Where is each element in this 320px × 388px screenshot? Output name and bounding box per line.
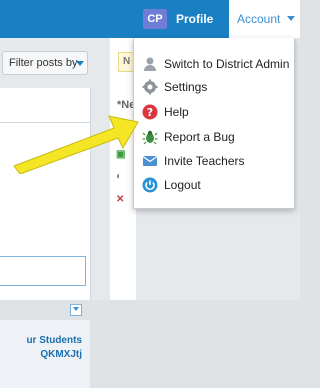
profile-link[interactable]: Profile [176,11,213,27]
account-dropdown-menu: Switch to District Admin Settings ? Help… [133,38,295,209]
menu-item-logout[interactable]: Logout [134,175,294,197]
menu-item-report-bug[interactable]: Report a Bug [134,127,294,149]
class-code: QKMXJtj [40,349,82,360]
account-menu-toggle[interactable]: Account [229,0,300,38]
filter-posts-button[interactable]: Filter posts by [2,51,88,75]
menu-item-invite-teachers[interactable]: Invite Teachers [134,151,294,173]
menu-item-help[interactable]: ? Help [134,102,294,124]
expand-toggle[interactable] [70,304,82,316]
profile-avatar[interactable]: CP [143,9,167,29]
close-icon: ✕ [116,194,125,205]
menu-item-label: Settings [164,80,208,94]
account-label: Account [237,12,281,26]
chevron-down-icon [287,16,295,21]
menu-item-label: Help [164,105,189,119]
top-navigation-bar: CP Profile Account [0,0,300,38]
menu-item-switch-district-admin[interactable]: Switch to District Admin [134,54,294,76]
power-icon [142,177,158,193]
gear-icon [142,79,158,95]
pointer-arrow-icon [13,115,139,174]
text-input-box[interactable] [0,256,86,286]
filter-posts-label: Filter posts by [9,57,78,69]
class-card[interactable]: ur Students QKMXJtj [0,320,90,388]
menu-item-label: Invite Teachers [164,154,245,168]
menu-item-label: Report a Bug [164,130,235,144]
chevron-down-icon [76,61,84,66]
user-silhouette-icon [142,56,158,72]
menu-item-label: Switch to District Admin [164,57,290,71]
menu-item-settings[interactable]: Settings [134,77,294,99]
chevron-down-icon [73,307,79,311]
class-card-title: ur Students [26,335,82,346]
menu-item-label: Logout [164,178,201,192]
